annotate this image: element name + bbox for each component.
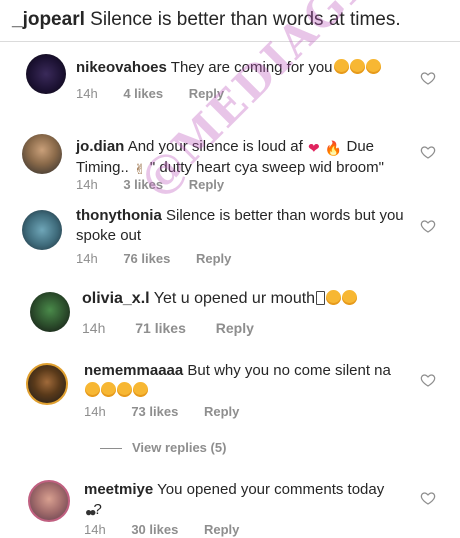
face-emoji	[342, 290, 358, 305]
fire-emoji: 🔥	[324, 140, 343, 156]
face-emoji	[85, 382, 100, 397]
like-heart-icon[interactable]	[420, 70, 436, 86]
comment-time: 14h	[76, 177, 98, 192]
comment-time: 14h	[76, 251, 98, 266]
comment-body: And your silence is loud af	[127, 138, 303, 155]
likes-count[interactable]: 4 likes	[123, 86, 163, 101]
face-emoji	[365, 59, 381, 74]
view-replies-label: View replies (5)	[132, 440, 227, 455]
comment-username[interactable]: nikeovahoes	[76, 59, 167, 76]
comment-text: nikeovahoes They are coming for you	[76, 58, 416, 78]
comment-time: 14h	[76, 86, 98, 101]
like-heart-icon[interactable]	[420, 218, 436, 234]
reply-button[interactable]: Reply	[204, 522, 239, 537]
comment-username[interactable]: olivia_x.l	[82, 290, 150, 307]
caption-username[interactable]: _jopearl	[12, 9, 85, 30]
likes-count[interactable]: 3 likes	[123, 177, 163, 192]
avatar[interactable]	[26, 363, 68, 405]
reply-button[interactable]: Reply	[189, 177, 224, 192]
comment-time: 14h	[84, 404, 106, 419]
comment-text: jo.dian And your silence is loud af ❤ 🔥 …	[76, 137, 416, 179]
comment-time: 14h	[82, 320, 106, 336]
comment-username[interactable]: jo.dian	[76, 138, 124, 155]
like-heart-icon[interactable]	[420, 372, 436, 388]
comment-username[interactable]: meetmiye	[84, 481, 153, 498]
post-caption: _jopearl Silence is better than words at…	[12, 8, 452, 32]
face-emoji	[133, 382, 148, 397]
comment-text: meetmiye You opened your comments today …	[84, 480, 414, 522]
hand-emoji: ✌	[133, 161, 146, 177]
comment-meta: 14h 73 likes Reply	[84, 404, 239, 419]
heart-emoji: ❤	[307, 140, 320, 156]
comment-meta: 14h 4 likes Reply	[76, 86, 224, 101]
likes-count[interactable]: 73 likes	[131, 404, 178, 419]
reply-button[interactable]: Reply	[216, 320, 254, 336]
likes-count[interactable]: 71 likes	[135, 320, 186, 336]
comment-body: Yet u opened ur mouth	[153, 290, 316, 307]
comment-body-3: " dutty heart cya sweep wid broom"	[149, 159, 384, 176]
reply-button[interactable]: Reply	[204, 404, 239, 419]
comment-time: 14h	[84, 522, 106, 537]
comment-text: thonythonia Silence is better than words…	[76, 206, 406, 246]
avatar[interactable]	[26, 54, 66, 94]
avatar[interactable]	[30, 292, 70, 332]
eyes-emoji: ●●	[85, 505, 96, 519]
comment-body: But why you no come silent na	[187, 362, 391, 379]
face-emoji	[117, 382, 132, 397]
comment-body: They are coming for you	[170, 59, 333, 76]
comment-text: nememmaaaa But why you no come silent na	[84, 361, 414, 401]
reply-button[interactable]: Reply	[189, 86, 224, 101]
comment-text: olivia_x.l Yet u opened ur mouth	[82, 289, 412, 309]
comment-meta: 14h 76 likes Reply	[76, 251, 231, 266]
avatar[interactable]	[28, 480, 70, 522]
comment-meta: 14h 3 likes Reply	[76, 177, 224, 192]
reply-button[interactable]: Reply	[196, 251, 231, 266]
comment-username[interactable]: nememmaaaa	[84, 362, 183, 379]
like-heart-icon[interactable]	[420, 490, 436, 506]
comment-meta: 14h 30 likes Reply	[84, 522, 239, 537]
face-emoji	[333, 59, 349, 74]
face-emoji	[349, 59, 365, 74]
like-heart-icon[interactable]	[420, 144, 436, 160]
likes-count[interactable]: 76 likes	[123, 251, 170, 266]
comment-username[interactable]: thonythonia	[76, 207, 162, 224]
comment-body-2: ?	[93, 501, 102, 518]
view-replies-line	[100, 448, 122, 450]
face-emoji	[101, 382, 116, 397]
avatar[interactable]	[22, 210, 62, 250]
view-replies-button[interactable]: View replies (5)	[100, 440, 226, 455]
box-emoji	[316, 291, 326, 305]
avatar[interactable]	[22, 134, 62, 174]
caption-text: Silence is better than words at times.	[90, 9, 401, 30]
likes-count[interactable]: 30 likes	[131, 522, 178, 537]
comment-meta: 14h 71 likes Reply	[82, 320, 254, 336]
divider	[0, 41, 460, 42]
comment-body: You opened your comments today	[157, 481, 385, 498]
face-emoji	[326, 290, 342, 305]
